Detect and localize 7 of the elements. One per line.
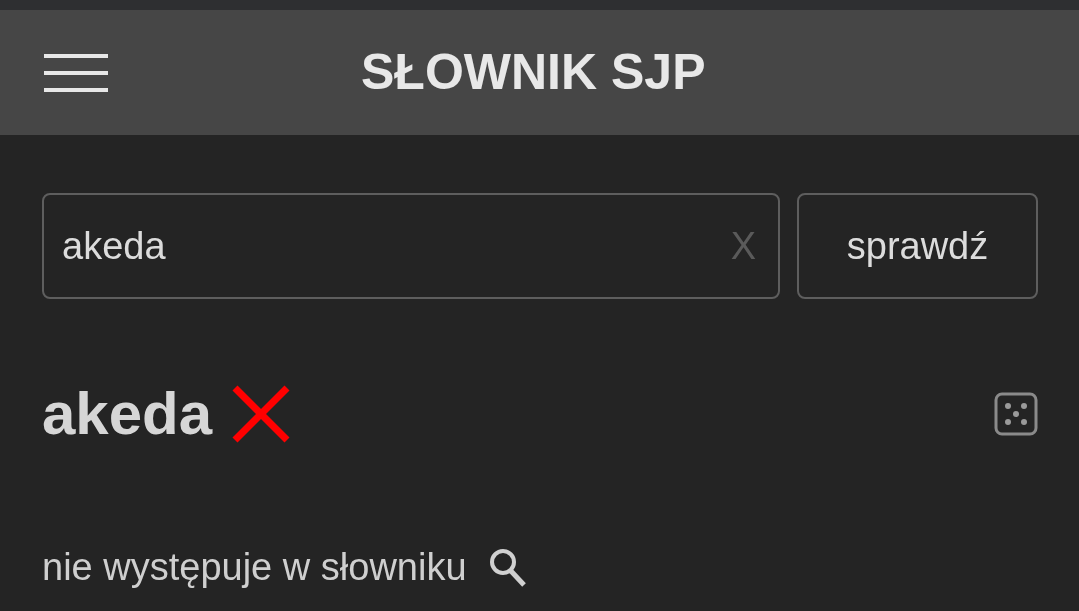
search-icon[interactable] bbox=[488, 547, 527, 588]
app-title: SŁOWNIK SJP bbox=[361, 43, 706, 102]
result-word: akeda bbox=[42, 379, 213, 449]
check-button[interactable]: sprawdź bbox=[797, 193, 1038, 299]
dice-icon[interactable] bbox=[994, 392, 1038, 436]
menu-icon[interactable] bbox=[44, 53, 108, 92]
result-status: nie występuje w słowniku bbox=[42, 545, 467, 590]
